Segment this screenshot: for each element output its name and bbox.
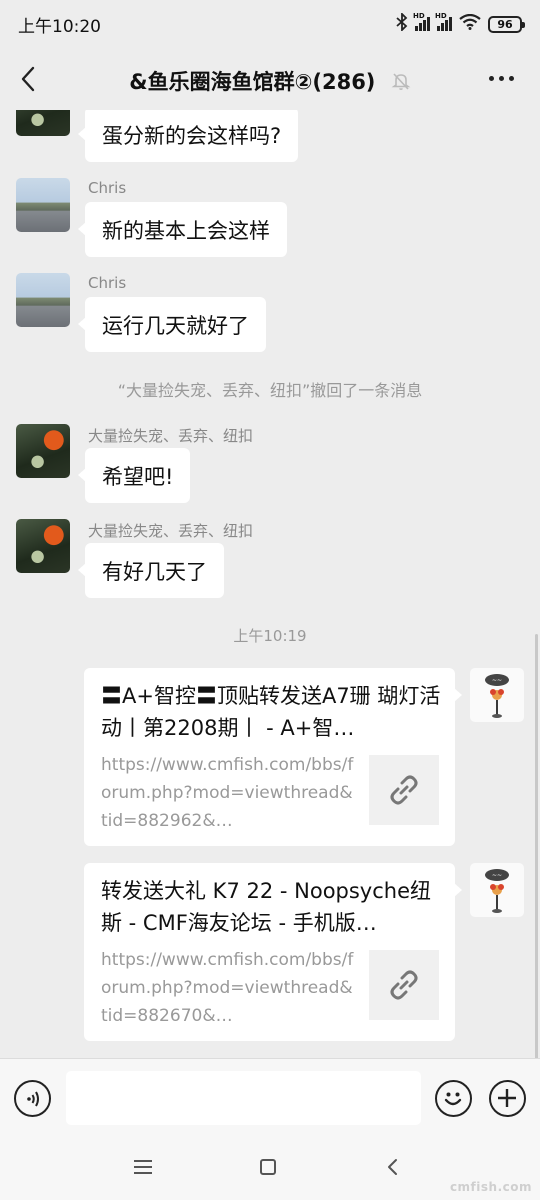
sender-name: Chris — [88, 179, 127, 197]
link-card[interactable]: 〓A+智控〓顶贴转发送A7珊 瑚灯活动丨第2208期丨 - A+智… https… — [84, 668, 462, 846]
menu-icon[interactable] — [134, 1160, 152, 1174]
status-bar: 上午10:20 HD HD 96 — [0, 0, 540, 48]
avatar[interactable] — [16, 178, 70, 232]
chat-scrollbar[interactable] — [535, 634, 538, 1059]
svg-text:~~: ~~ — [492, 677, 502, 684]
input-bar — [0, 1058, 540, 1136]
cellular-signal-icon-2: HD — [435, 12, 452, 31]
chat-title: &鱼乐圈海鱼馆群②(286) — [0, 66, 540, 96]
watermark: cmfish.com — [449, 1180, 532, 1194]
emoji-button[interactable] — [435, 1080, 472, 1117]
sender-name: 大量捡失宠、丢弃、纽扣 — [88, 427, 254, 445]
bluetooth-icon — [396, 11, 408, 35]
chat-title-text: &鱼乐圈海鱼馆群②(286) — [129, 70, 376, 94]
more-functions-button[interactable] — [489, 1080, 526, 1117]
status-time: 上午10:20 — [18, 16, 101, 37]
cellular-signal-icon: HD — [413, 12, 430, 31]
link-card-title: 转发送大礼 K7 22 - Noopsyche纽斯 - CMF海友论坛 - 手机… — [101, 879, 432, 935]
emoji-icon — [444, 1092, 462, 1106]
voice-icon — [26, 1091, 39, 1106]
message-bubble[interactable]: 新的基本上会这样 — [78, 202, 287, 257]
link-card-url: https://www.cmfish.com/bbs/forum.php?mod… — [101, 950, 354, 1026]
link-card-url: https://www.cmfish.com/bbs/forum.php?mod… — [101, 755, 354, 831]
link-card[interactable]: 转发送大礼 K7 22 - Noopsyche纽斯 - CMF海友论坛 - 手机… — [84, 863, 462, 1041]
wifi-icon — [459, 13, 481, 34]
voice-button[interactable] — [14, 1080, 51, 1117]
message-bubble[interactable]: 蛋分新的会这样吗? — [77, 110, 299, 162]
battery-indicator: 96 — [488, 15, 525, 33]
link-card-title: 〓A+智控〓顶贴转发送A7珊 瑚灯活动丨第2208期丨 - A+智… — [101, 684, 441, 740]
svg-text:~~: ~~ — [492, 872, 502, 879]
signal-hd-label-2: HD — [435, 12, 447, 20]
message-input[interactable] — [66, 1071, 421, 1125]
avatar[interactable] — [16, 519, 70, 573]
sender-name: Chris — [88, 274, 127, 292]
message-bubble[interactable]: 运行几天就好了 — [78, 297, 266, 352]
message-bubble[interactable]: 希望吧! — [77, 448, 191, 503]
chat-header: &鱼乐圈海鱼馆群②(286) — [0, 48, 540, 110]
link-icon — [369, 950, 439, 1020]
bell-off-icon — [391, 71, 411, 96]
avatar[interactable] — [16, 273, 70, 327]
chat-message-list[interactable]: 蛋分新的会这样吗? Chris 新的基本上会这样 Chris 运行几天就好了 “… — [0, 110, 540, 1058]
avatar-self[interactable]: ~~ — [470, 668, 524, 722]
recall-notice: “大量捡失宠、丢弃、纽扣”撤回了一条消息 — [117, 381, 423, 400]
sender-name: 大量捡失宠、丢弃、纽扣 — [88, 522, 254, 540]
more-options-button[interactable] — [489, 76, 514, 81]
system-nav-bar: cmfish.com — [0, 1136, 540, 1200]
message-bubble[interactable]: 有好几天了 — [78, 543, 224, 598]
link-icon — [369, 755, 439, 825]
more-horizontal-icon — [489, 76, 494, 81]
plus-icon — [498, 1089, 516, 1107]
signal-hd-label: HD — [413, 12, 425, 20]
status-icons: HD HD 96 — [396, 11, 525, 35]
home-icon[interactable] — [260, 1159, 276, 1175]
avatar[interactable] — [16, 424, 70, 478]
time-divider: 上午10:19 — [233, 627, 307, 645]
back-icon[interactable] — [386, 1158, 398, 1180]
avatar[interactable] — [16, 110, 70, 136]
avatar-self[interactable]: ~~ — [470, 863, 524, 917]
